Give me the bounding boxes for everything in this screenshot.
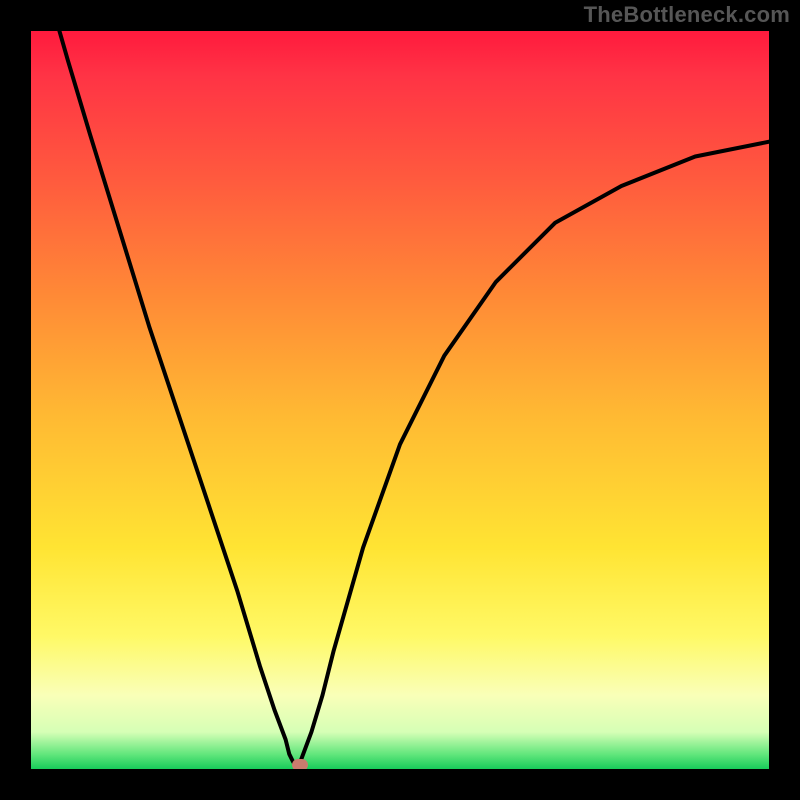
plot-area [31, 31, 769, 769]
watermark-text: TheBottleneck.com [584, 2, 790, 28]
optimum-marker [292, 759, 308, 769]
chart-frame: TheBottleneck.com [0, 0, 800, 800]
bottleneck-curve [31, 31, 769, 769]
